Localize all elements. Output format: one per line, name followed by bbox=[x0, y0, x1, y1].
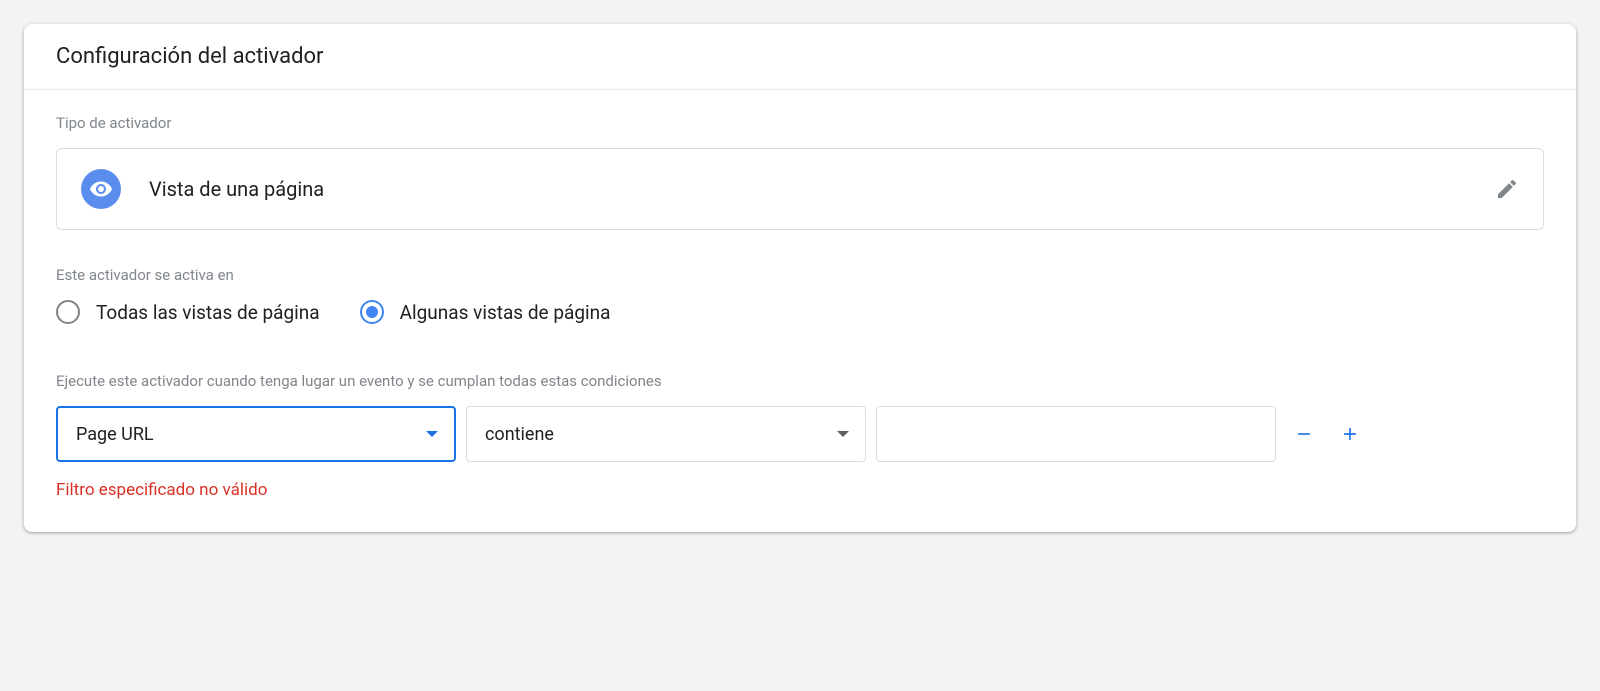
pageview-icon bbox=[81, 169, 121, 209]
fires-on-label: Este activador se activa en bbox=[56, 266, 1544, 284]
trigger-type-row[interactable]: Vista de una página bbox=[56, 148, 1544, 230]
condition-operator-select[interactable]: contiene bbox=[466, 406, 866, 462]
error-message: Filtro especificado no válido bbox=[56, 480, 1544, 500]
condition-operator-value: contiene bbox=[485, 424, 554, 445]
condition-variable-value: Page URL bbox=[76, 424, 154, 445]
add-condition-button[interactable] bbox=[1332, 416, 1368, 452]
radio-some-pageviews[interactable]: Algunas vistas de página bbox=[360, 300, 611, 324]
trigger-config-card: Configuración del activador Tipo de acti… bbox=[24, 24, 1576, 532]
condition-variable-select[interactable]: Page URL bbox=[56, 406, 456, 462]
condition-row: Page URL contiene bbox=[56, 406, 1544, 462]
card-body: Tipo de activador Vista de una página Es… bbox=[24, 90, 1576, 532]
radio-all-pageviews[interactable]: Todas las vistas de página bbox=[56, 300, 320, 324]
radio-icon bbox=[56, 300, 80, 324]
radio-all-label: Todas las vistas de página bbox=[96, 301, 320, 324]
trigger-type-label: Tipo de activador bbox=[56, 114, 1544, 132]
fires-on-radio-group: Todas las vistas de página Algunas vista… bbox=[56, 300, 1544, 324]
radio-dot-icon bbox=[366, 306, 378, 318]
chevron-down-icon bbox=[426, 428, 438, 440]
card-title: Configuración del activador bbox=[56, 44, 1544, 69]
remove-condition-button[interactable] bbox=[1286, 416, 1322, 452]
condition-value-input[interactable] bbox=[876, 406, 1276, 462]
conditions-label: Ejecute este activador cuando tenga luga… bbox=[56, 372, 1544, 390]
radio-icon bbox=[360, 300, 384, 324]
radio-some-label: Algunas vistas de página bbox=[400, 301, 611, 324]
trigger-type-value: Vista de una página bbox=[149, 177, 1495, 201]
chevron-down-icon bbox=[837, 428, 849, 440]
edit-icon[interactable] bbox=[1495, 177, 1519, 201]
card-header: Configuración del activador bbox=[24, 24, 1576, 90]
